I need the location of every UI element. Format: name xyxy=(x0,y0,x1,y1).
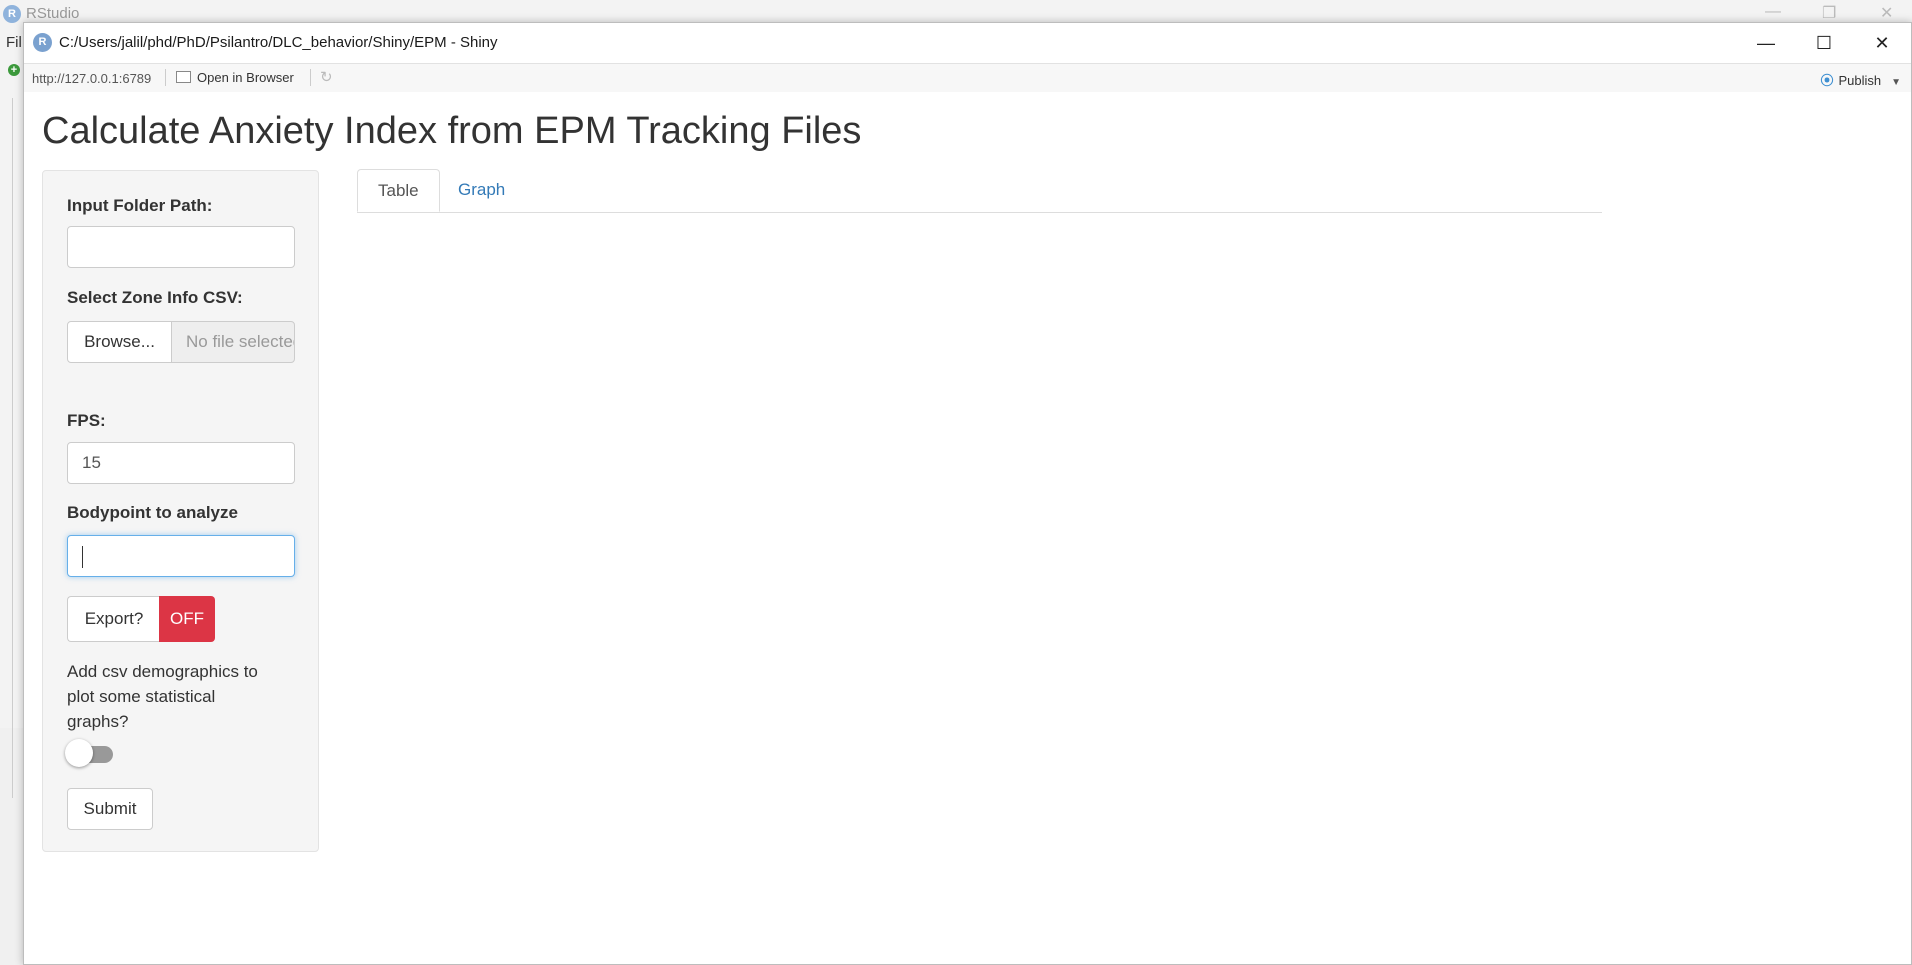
rstudio-left-edge: Fil + xyxy=(0,28,24,798)
rstudio-close-icon[interactable]: ✕ xyxy=(1880,3,1893,23)
sidebar-panel: Input Folder Path: Select Zone Info CSV:… xyxy=(42,170,319,852)
rstudio-title: RStudio xyxy=(26,5,80,22)
browser-window-icon xyxy=(176,71,191,83)
submit-button[interactable]: Submit xyxy=(67,788,153,830)
new-file-icon[interactable]: + xyxy=(8,64,20,76)
refresh-icon[interactable]: ↻ xyxy=(320,68,333,86)
fps-label: FPS: xyxy=(67,411,106,430)
window-title: C:/Users/jalil/phd/PhD/Psilantro/DLC_beh… xyxy=(59,34,498,51)
demographics-label: Add csv demographics to plot some statis… xyxy=(67,662,258,731)
close-icon: ✕ xyxy=(1874,33,1890,53)
minimize-button[interactable]: — xyxy=(1737,23,1795,63)
publish-icon: ⦿ xyxy=(1820,73,1834,88)
r-logo-icon: R xyxy=(33,33,52,52)
shiny-window: R C:/Users/jalil/phd/PhD/Psilantro/DLC_b… xyxy=(23,22,1912,965)
zone-csv-file-input: Browse... No file selected xyxy=(67,321,295,363)
zone-csv-label: Select Zone Info CSV: xyxy=(67,288,243,307)
bodypoint-field[interactable] xyxy=(67,535,295,577)
shiny-app: Calculate Anxiety Index from EPM Trackin… xyxy=(24,92,1911,964)
viewer-toolbar: http://127.0.0.1:6789 Open in Browser ↻ … xyxy=(24,63,1911,93)
rstudio-minimize-icon[interactable]: — xyxy=(1765,3,1781,21)
bodypoint-label: Bodypoint to analyze xyxy=(67,503,238,522)
fps-field[interactable]: 15 xyxy=(67,442,295,484)
publish-button[interactable]: ⦿ Publish ▼ xyxy=(1820,70,1901,89)
demographics-toggle[interactable] xyxy=(65,739,115,767)
tab-table[interactable]: Table xyxy=(357,169,440,212)
chevron-down-icon[interactable]: ▼ xyxy=(1891,77,1901,88)
input-folder-field[interactable] xyxy=(67,226,295,268)
export-off-toggle[interactable]: OFF xyxy=(159,596,215,642)
browse-button[interactable]: Browse... xyxy=(67,321,172,363)
toggle-knob[interactable] xyxy=(65,739,93,767)
rstudio-logo-icon: R xyxy=(3,5,21,23)
main-tabs: Table Graph xyxy=(357,169,1602,213)
toolbar-separator xyxy=(165,69,166,86)
file-name-display: No file selected xyxy=(171,321,295,363)
minimize-icon: — xyxy=(1757,33,1775,53)
close-button[interactable]: ✕ xyxy=(1853,23,1911,63)
open-in-browser-label: Open in Browser xyxy=(197,70,294,85)
tab-graph[interactable]: Graph xyxy=(438,169,525,212)
rstudio-file-menu[interactable]: Fil xyxy=(6,34,22,51)
pane-divider xyxy=(12,98,13,798)
text-cursor xyxy=(82,545,83,568)
page-title: Calculate Anxiety Index from EPM Trackin… xyxy=(42,110,862,152)
window-titlebar[interactable]: R C:/Users/jalil/phd/PhD/Psilantro/DLC_b… xyxy=(24,23,1911,63)
maximize-button[interactable]: ☐ xyxy=(1795,23,1853,63)
toolbar-separator xyxy=(310,69,311,86)
open-in-browser-button[interactable]: Open in Browser xyxy=(176,70,294,85)
export-label: Export? xyxy=(67,596,160,642)
rstudio-restore-icon[interactable]: ❐ xyxy=(1822,3,1836,23)
input-folder-label: Input Folder Path: xyxy=(67,196,213,215)
maximize-icon: ☐ xyxy=(1815,33,1833,53)
publish-label: Publish xyxy=(1838,73,1882,88)
url-display: http://127.0.0.1:6789 xyxy=(32,71,152,86)
